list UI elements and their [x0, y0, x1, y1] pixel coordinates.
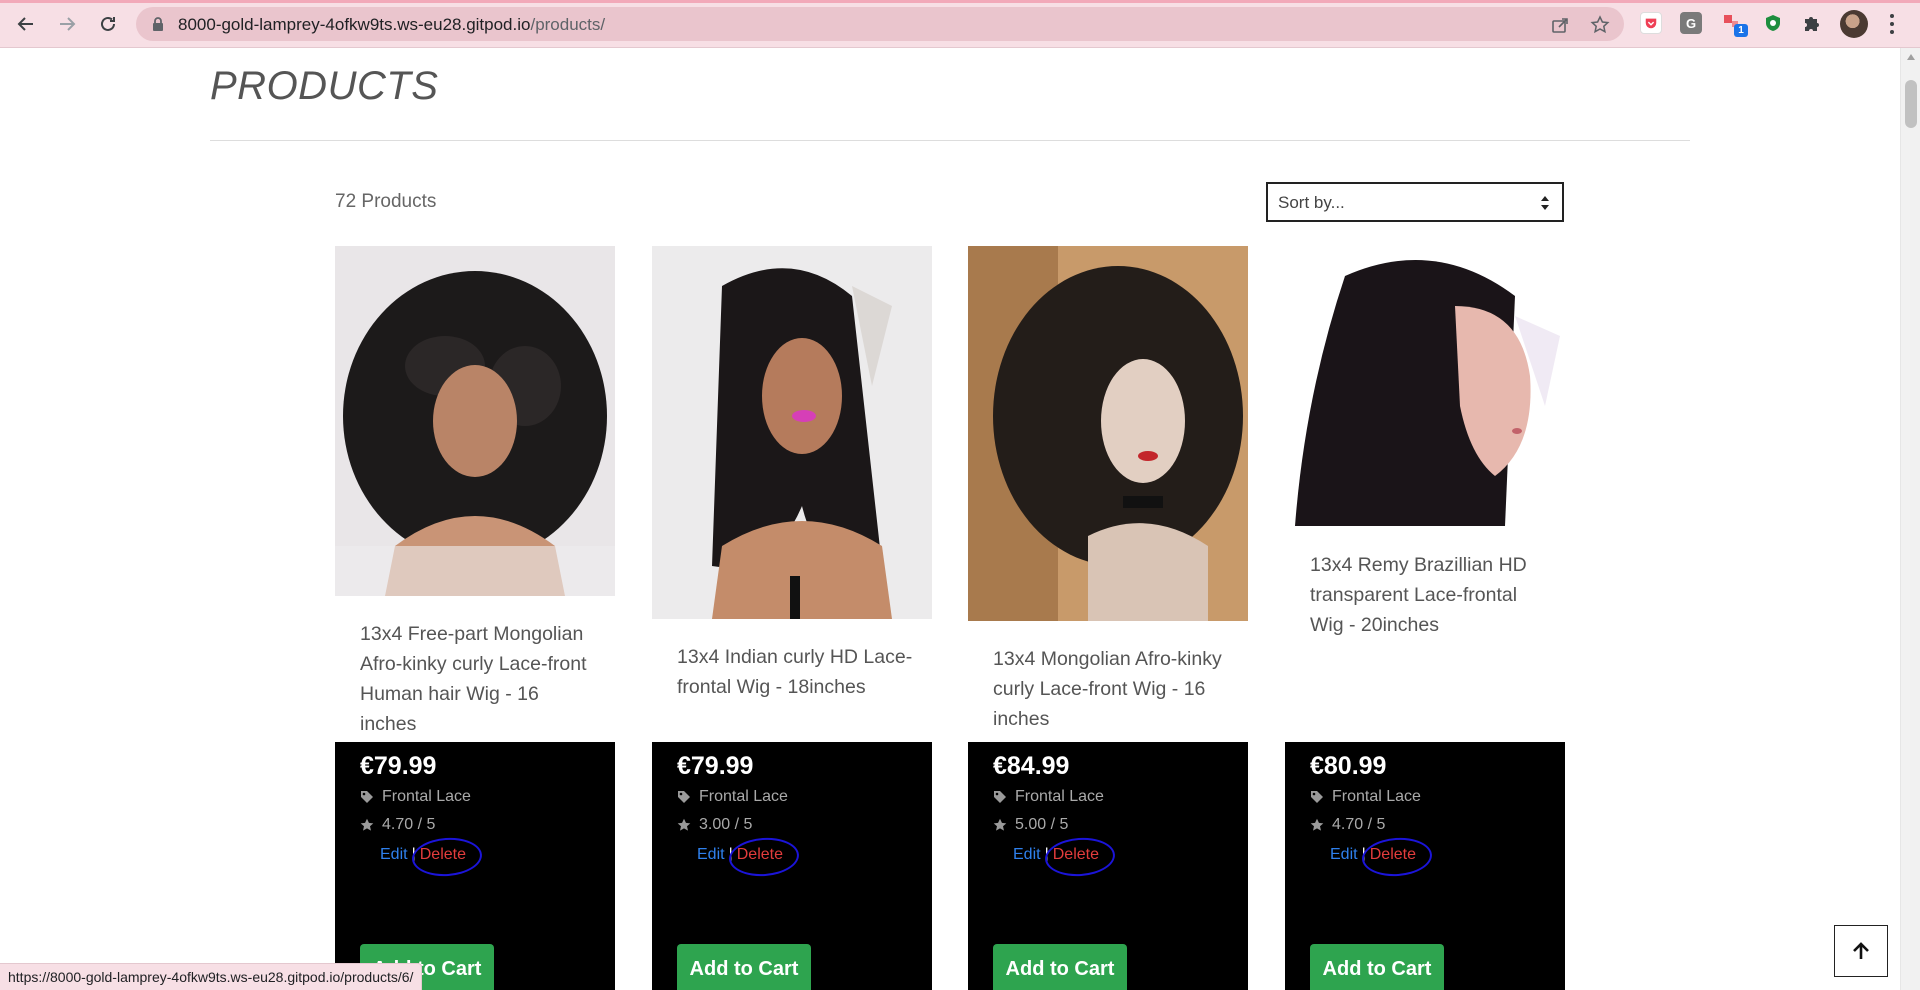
- star-icon: [360, 818, 374, 831]
- edit-link[interactable]: Edit: [380, 846, 408, 864]
- sort-select[interactable]: Sort by...: [1266, 182, 1564, 222]
- product-rating: 5.00 / 5: [993, 816, 1068, 834]
- arrow-up-icon: [1853, 942, 1869, 959]
- page-title: PRODUCTS: [210, 64, 439, 108]
- back-to-top-button[interactable]: [1834, 925, 1888, 977]
- product-image[interactable]: [968, 246, 1248, 621]
- tag-icon: [361, 791, 373, 803]
- product-admin-actions: Edit | Delete: [1330, 835, 1433, 879]
- arrow-right-icon: [60, 17, 76, 31]
- rating-value: 4.70 / 5: [382, 816, 436, 833]
- star-icon: [993, 818, 1007, 831]
- rating-value: 5.00 / 5: [1015, 816, 1069, 833]
- product-name[interactable]: 13x4 Mongolian Afro-kinky curly Lace-fro…: [993, 644, 1233, 734]
- product-admin-actions: Edit | Delete: [1013, 835, 1116, 879]
- tag-icon: [678, 791, 690, 803]
- back-button[interactable]: [10, 8, 42, 40]
- product-rating: 4.70 / 5: [1310, 816, 1385, 834]
- product-rating: 4.70 / 5: [360, 816, 435, 834]
- grammarly-letter: G: [1685, 15, 1697, 31]
- product-image[interactable]: [652, 246, 932, 619]
- url-text[interactable]: 8000-gold-lamprey-4ofkw9ts.ws-eu28.gitpo…: [178, 15, 605, 35]
- product-card[interactable]: 13x4 Remy Brazillian HD transparent Lace…: [1285, 246, 1565, 990]
- rating-value: 4.70 / 5: [1332, 816, 1386, 833]
- product-info-panel: €80.99 Frontal Lace 4.70 / 5 Edit | Dele…: [1285, 742, 1565, 990]
- pocket-icon[interactable]: [1640, 12, 1662, 34]
- product-admin-actions: Edit | Delete: [380, 835, 483, 879]
- product-card[interactable]: 13x4 Indian curly HD Lace-frontal Wig - …: [652, 246, 932, 990]
- product-price: €79.99: [360, 752, 437, 780]
- extension-badge-count: 1: [1734, 24, 1748, 37]
- product-info-panel: €79.99 Frontal Lace 3.00 / 5 Edit | Dele…: [652, 742, 932, 990]
- category-label: Frontal Lace: [1015, 788, 1104, 805]
- delete-link[interactable]: Delete: [410, 835, 483, 879]
- product-price: €84.99: [993, 752, 1070, 780]
- tag-icon: [994, 791, 1006, 803]
- category-label: Frontal Lace: [699, 788, 788, 805]
- browser-toolbar: 8000-gold-lamprey-4ofkw9ts.ws-eu28.gitpo…: [0, 0, 1920, 48]
- url-path: /products/: [530, 15, 606, 34]
- share-icon[interactable]: [1550, 15, 1570, 35]
- edit-link[interactable]: Edit: [1013, 846, 1041, 864]
- lock-icon: [153, 17, 163, 31]
- add-to-cart-button[interactable]: Add to Cart: [677, 944, 811, 990]
- reload-icon: [101, 16, 115, 31]
- annotation-circle: [410, 835, 483, 879]
- edit-link[interactable]: Edit: [1330, 846, 1358, 864]
- arrow-left-icon: [17, 17, 33, 31]
- annotation-circle: [727, 835, 800, 879]
- product-name[interactable]: 13x4 Remy Brazillian HD transparent Lace…: [1310, 550, 1550, 640]
- scrollbar-thumb[interactable]: [1905, 80, 1917, 128]
- reload-button[interactable]: [92, 8, 124, 40]
- product-image[interactable]: [335, 246, 615, 596]
- forward-button[interactable]: [51, 8, 83, 40]
- tag-icon: [1311, 791, 1323, 803]
- product-category[interactable]: Frontal Lace: [1310, 788, 1421, 806]
- category-label: Frontal Lace: [382, 788, 471, 805]
- product-category[interactable]: Frontal Lace: [993, 788, 1104, 806]
- product-info-panel: €79.99 Frontal Lace 4.70 / 5 Edit | Dele…: [335, 742, 615, 990]
- puzzle-icon[interactable]: [1800, 12, 1822, 34]
- page-scrollbar[interactable]: [1900, 48, 1920, 990]
- rating-value: 3.00 / 5: [699, 816, 753, 833]
- product-rating: 3.00 / 5: [677, 816, 752, 834]
- product-info-panel: €84.99 Frontal Lace 5.00 / 5 Edit | Dele…: [968, 742, 1248, 990]
- url-host: 8000-gold-lamprey-4ofkw9ts.ws-eu28.gitpo…: [178, 15, 531, 34]
- product-admin-actions: Edit | Delete: [697, 835, 800, 879]
- add-to-cart-button[interactable]: Add to Cart: [993, 944, 1127, 990]
- extension-badge-icon[interactable]: 1: [1722, 12, 1748, 37]
- product-category[interactable]: Frontal Lace: [360, 788, 471, 806]
- star-icon: [1310, 818, 1324, 831]
- delete-link[interactable]: Delete: [1360, 835, 1433, 879]
- product-price: €80.99: [1310, 752, 1387, 780]
- grammarly-icon[interactable]: G: [1680, 12, 1702, 34]
- category-label: Frontal Lace: [1332, 788, 1421, 805]
- title-divider: [210, 140, 1690, 141]
- product-card[interactable]: 13x4 Free-part Mongolian Afro-kinky curl…: [335, 246, 615, 990]
- product-count: 72 Products: [335, 191, 437, 212]
- delete-link[interactable]: Delete: [727, 835, 800, 879]
- annotation-circle: [1043, 835, 1116, 879]
- delete-link[interactable]: Delete: [1043, 835, 1116, 879]
- scroll-up-arrow-icon[interactable]: [1907, 54, 1915, 60]
- product-image[interactable]: [1285, 246, 1565, 526]
- sort-select-value: Sort by...: [1278, 193, 1345, 212]
- edit-link[interactable]: Edit: [697, 846, 725, 864]
- annotation-circle: [1360, 835, 1433, 879]
- star-icon: [677, 818, 691, 831]
- product-category[interactable]: Frontal Lace: [677, 788, 788, 806]
- product-name[interactable]: 13x4 Indian curly HD Lace-frontal Wig - …: [677, 642, 917, 702]
- shield-extension-icon[interactable]: [1762, 12, 1784, 34]
- select-arrows-icon: [1541, 196, 1549, 210]
- product-card[interactable]: 13x4 Mongolian Afro-kinky curly Lace-fro…: [968, 246, 1248, 990]
- browser-menu-button[interactable]: [1884, 12, 1900, 36]
- address-bar[interactable]: 8000-gold-lamprey-4ofkw9ts.ws-eu28.gitpo…: [136, 7, 1624, 41]
- product-name[interactable]: 13x4 Free-part Mongolian Afro-kinky curl…: [360, 619, 600, 739]
- add-to-cart-button[interactable]: Add to Cart: [1310, 944, 1444, 990]
- product-price: €79.99: [677, 752, 754, 780]
- profile-avatar[interactable]: [1840, 10, 1868, 38]
- bookmark-star-icon[interactable]: [1590, 15, 1610, 35]
- link-status-bar: https://8000-gold-lamprey-4ofkw9ts.ws-eu…: [0, 963, 423, 990]
